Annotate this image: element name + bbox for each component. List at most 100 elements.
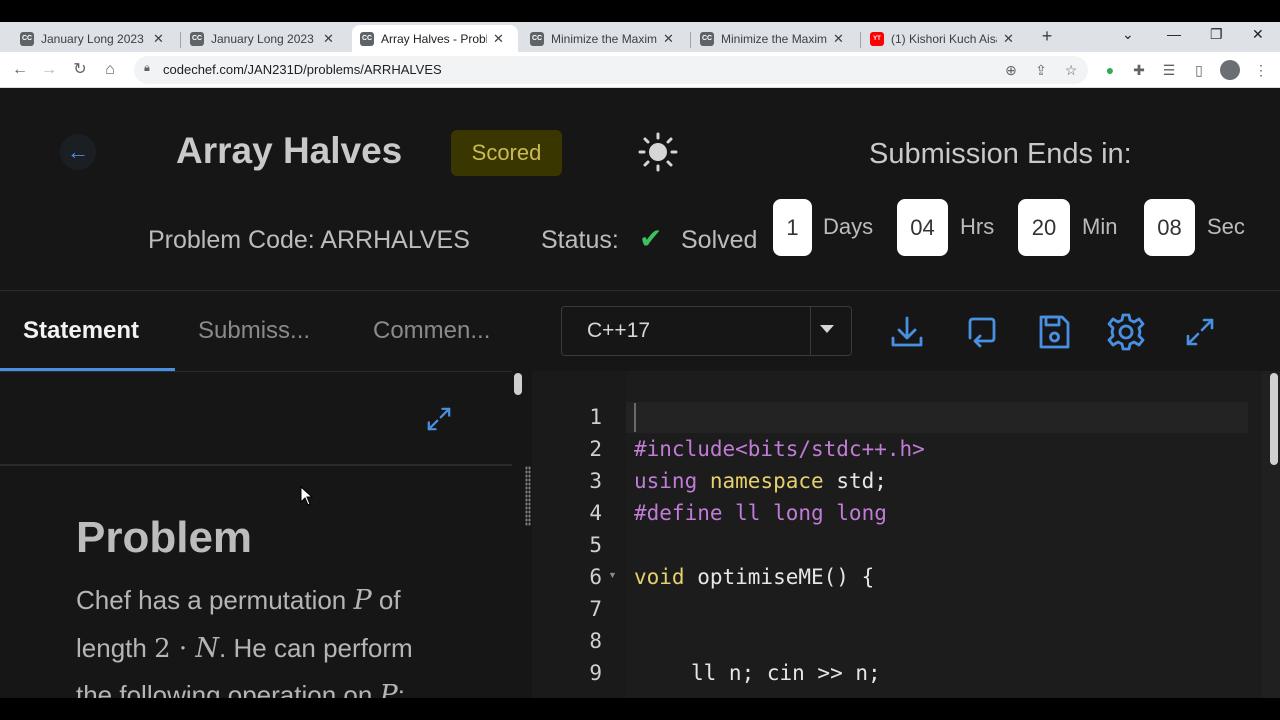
browser-tab-strip: CC January Long 2023 Di ✕ CC January Lon… bbox=[0, 22, 1280, 52]
menu-kebab-icon[interactable]: ⋮ bbox=[1252, 61, 1270, 79]
countdown-days: 1 bbox=[773, 199, 812, 256]
problem-text-line-3: the following operation on P: bbox=[76, 680, 496, 698]
statement-toolbar-divider bbox=[0, 464, 512, 466]
share-icon[interactable]: ⇪ bbox=[1032, 61, 1050, 79]
code-line-2: #include<bits/stdc++.h> bbox=[634, 437, 925, 461]
tab-title: Minimize the Maximu bbox=[551, 31, 657, 46]
settings-gear-icon[interactable] bbox=[1106, 312, 1146, 352]
browser-tab-4[interactable]: CC Minimize the Maximu ✕ bbox=[522, 25, 688, 52]
close-window-icon[interactable]: ✕ bbox=[1252, 26, 1264, 43]
mouse-cursor-icon bbox=[300, 486, 314, 506]
status-label: Status: bbox=[541, 226, 619, 254]
tab-title: January Long 2023 Di bbox=[41, 31, 147, 46]
bookmark-star-icon[interactable]: ☆ bbox=[1062, 61, 1080, 79]
statement-scrollbar-thumb[interactable] bbox=[514, 373, 522, 395]
codechef-favicon-icon: CC bbox=[20, 31, 34, 46]
tab-separator bbox=[690, 32, 691, 48]
browser-tab-2[interactable]: CC January Long 2023 Di ✕ bbox=[182, 25, 348, 52]
codechef-favicon-icon: CC bbox=[190, 31, 204, 46]
tab-close-icon[interactable]: ✕ bbox=[153, 31, 164, 47]
browser-tab-1[interactable]: CC January Long 2023 Di ✕ bbox=[12, 25, 178, 52]
forward-arrow-icon[interactable]: → bbox=[38, 59, 60, 81]
language-select[interactable]: C++17 bbox=[561, 306, 852, 356]
video-bottom-bar bbox=[0, 698, 1280, 720]
countdown-minutes-label: Min bbox=[1082, 214, 1118, 239]
url-text: codechef.com/JAN231D/problems/ARRHALVES bbox=[163, 62, 442, 77]
tab-search-chevron-icon[interactable]: ⌄ bbox=[1122, 26, 1134, 43]
youtube-favicon-icon: YT bbox=[870, 31, 884, 46]
panel-resize-handle[interactable] bbox=[525, 466, 531, 526]
language-value: C++17 bbox=[587, 319, 651, 342]
countdown-seconds-label: Sec bbox=[1207, 214, 1245, 239]
address-bar[interactable]: 🔒︎ codechef.com/JAN231D/problems/ARRHALV… bbox=[134, 56, 1088, 84]
text: the following operation on bbox=[76, 680, 380, 698]
text: Chef has a permutation bbox=[76, 585, 354, 615]
line-number: 2 bbox=[589, 437, 602, 461]
save-icon[interactable] bbox=[1034, 312, 1074, 352]
line-number: 3 bbox=[589, 469, 602, 493]
extension-green-icon[interactable]: ● bbox=[1101, 61, 1119, 79]
keyword: namespace bbox=[709, 469, 824, 493]
tab-close-icon[interactable]: ✕ bbox=[493, 31, 504, 47]
tab-comments[interactable]: Commen... bbox=[373, 317, 490, 345]
tab-close-icon[interactable]: ✕ bbox=[833, 31, 844, 47]
tab-close-icon[interactable]: ✕ bbox=[1003, 31, 1014, 47]
new-tab-plus-icon[interactable]: + bbox=[1037, 27, 1057, 47]
side-panel-icon[interactable]: ▯ bbox=[1190, 61, 1208, 79]
zoom-icon[interactable]: ⊕ bbox=[1002, 61, 1020, 79]
reset-icon[interactable] bbox=[960, 312, 1000, 352]
problem-code: Problem Code: ARRHALVES bbox=[148, 226, 470, 254]
video-top-bar bbox=[0, 0, 1280, 22]
text-caret bbox=[634, 403, 636, 432]
reload-icon[interactable]: ↻ bbox=[69, 59, 91, 81]
extensions-puzzle-icon[interactable]: ✚ bbox=[1130, 61, 1148, 79]
editor-scrollbar-thumb[interactable] bbox=[1270, 373, 1278, 465]
tab-title: Array Halves - Proble bbox=[381, 31, 487, 46]
text: length bbox=[76, 633, 155, 663]
line-number: 7 bbox=[589, 597, 602, 621]
code-line-3: using namespace std; bbox=[634, 469, 887, 493]
expand-panel-icon[interactable] bbox=[422, 402, 456, 436]
line-number: 8 bbox=[589, 629, 602, 653]
fullscreen-expand-icon[interactable] bbox=[1180, 312, 1220, 352]
line-number: 1 bbox=[589, 405, 602, 429]
line-number: 9 bbox=[589, 661, 602, 685]
status-value: Solved bbox=[681, 226, 758, 254]
select-divider bbox=[810, 307, 811, 355]
math-var: N bbox=[195, 633, 220, 664]
back-arrow-icon[interactable]: ← bbox=[60, 134, 96, 170]
code-text: optimiseME() { bbox=[684, 565, 875, 589]
tab-close-icon[interactable]: ✕ bbox=[663, 31, 674, 47]
minimize-icon[interactable]: — bbox=[1167, 26, 1181, 42]
tab-title: (1) Kishori Kuch Aisa bbox=[891, 31, 997, 46]
browser-toolbar: ← → ↻ ⌂ 🔒︎ codechef.com/JAN231D/problems… bbox=[0, 52, 1280, 88]
browser-tab-3-active[interactable]: CC Array Halves - Proble ✕ bbox=[352, 25, 518, 52]
scored-badge: Scored bbox=[451, 130, 562, 176]
keyword: void bbox=[634, 565, 685, 589]
line-number: 4 bbox=[589, 501, 602, 525]
browser-tab-6[interactable]: YT (1) Kishori Kuch Aisa ✕ bbox=[862, 25, 1028, 52]
problem-tabs: Statement Submiss... Commen... bbox=[0, 291, 530, 371]
reading-list-icon[interactable]: ☰ bbox=[1160, 61, 1178, 79]
download-icon[interactable] bbox=[887, 312, 927, 352]
browser-tab-5[interactable]: CC Minimize the Maximu ✕ bbox=[692, 25, 858, 52]
countdown-hours-label: Hrs bbox=[960, 214, 995, 239]
countdown-hours: 04 bbox=[897, 199, 948, 256]
fold-arrow-icon[interactable]: ▼ bbox=[608, 570, 617, 580]
code-line-4: #define ll long long bbox=[634, 501, 887, 525]
back-arrow-icon[interactable]: ← bbox=[9, 59, 31, 81]
text: : bbox=[397, 680, 405, 698]
problem-title: Array Halves bbox=[176, 130, 403, 171]
tabs-divider bbox=[0, 371, 512, 372]
problem-text-line-1: Chef has a permutation P of bbox=[76, 585, 496, 616]
home-icon[interactable]: ⌂ bbox=[99, 59, 121, 81]
sun-icon[interactable] bbox=[638, 132, 678, 172]
tab-close-icon[interactable]: ✕ bbox=[323, 31, 334, 47]
tab-separator bbox=[180, 32, 181, 48]
countdown-minutes: 20 bbox=[1018, 199, 1070, 256]
tab-statement[interactable]: Statement bbox=[23, 317, 139, 345]
math-expr: 2 · bbox=[154, 634, 196, 664]
profile-avatar[interactable] bbox=[1220, 60, 1240, 80]
restore-icon[interactable]: ❐ bbox=[1210, 26, 1223, 43]
tab-submissions[interactable]: Submiss... bbox=[198, 317, 310, 345]
